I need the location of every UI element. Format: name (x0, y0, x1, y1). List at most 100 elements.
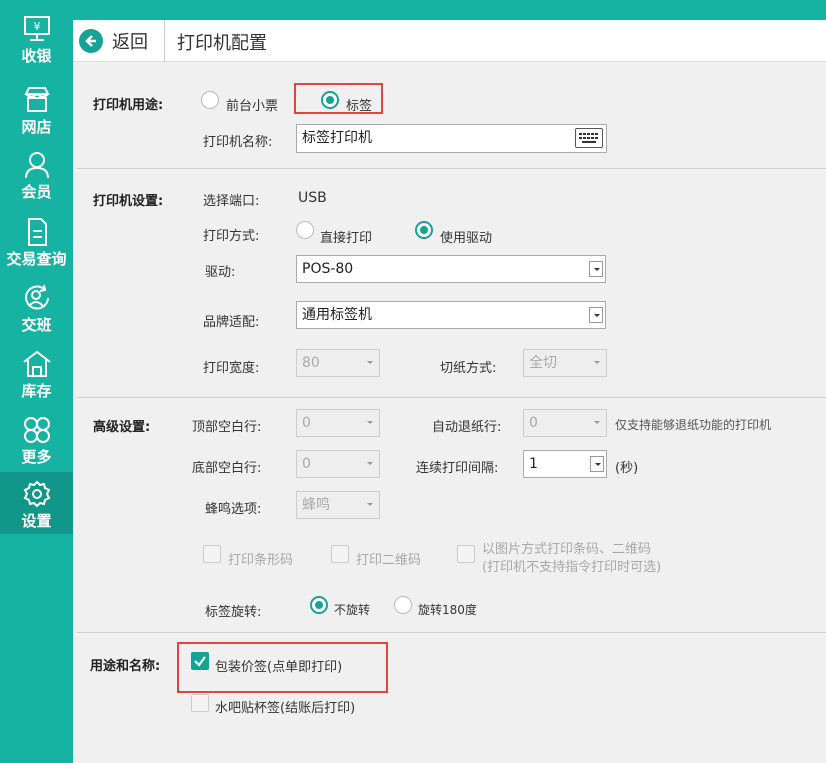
sidebar-item-shift[interactable]: 交班 (0, 274, 73, 338)
store-icon (22, 85, 52, 115)
radio-direct-print-label: 直接打印 (320, 231, 373, 246)
sidebar-item-label: 网店 (21, 118, 52, 136)
beep-value: 蜂鸣 (302, 497, 330, 513)
more-grid-icon (22, 415, 52, 445)
top-blank-select[interactable]: 0 (296, 409, 380, 437)
brand-label: 品牌适配: (203, 315, 260, 330)
sidebar-item-member[interactable]: 会员 (0, 141, 73, 205)
checkbox-print-qrcode-label: 打印二维码 (356, 553, 422, 568)
print-interval-unit: (秒) (615, 461, 639, 476)
divider (77, 397, 826, 398)
advanced-section-label: 高级设置: (93, 420, 151, 435)
brand-select[interactable]: 通用标签机 (296, 301, 606, 329)
radio-use-driver[interactable] (415, 221, 433, 239)
shift-handover-icon (22, 283, 52, 313)
top-header-strip (73, 0, 826, 20)
auto-retreat-select[interactable]: 0 (523, 409, 607, 437)
radio-front-receipt-label: 前台小票 (226, 99, 279, 114)
chevron-down-icon (589, 307, 603, 323)
radio-no-rotate[interactable] (310, 596, 328, 614)
sidebar-item-online-store[interactable]: 网店 (0, 76, 73, 140)
auto-retreat-value: 0 (529, 415, 538, 431)
checkbox-print-barcode-label: 打印条形码 (228, 553, 294, 568)
back-button[interactable]: 返回 (79, 26, 148, 56)
chevron-down-icon (363, 456, 377, 472)
checkbox-bar-cup-sticker[interactable] (191, 694, 209, 712)
sidebar-item-transactions[interactable]: 交易查询 (0, 208, 73, 272)
bottom-blank-label: 底部空白行: (192, 461, 262, 476)
sidebar-item-more[interactable]: 更多 (0, 406, 73, 470)
keyboard-icon[interactable] (575, 128, 603, 148)
beep-select[interactable]: 蜂鸣 (296, 491, 380, 519)
print-interval-value: 1 (529, 456, 538, 472)
sidebar-item-checkout[interactable]: ¥ 收银 (0, 0, 73, 69)
print-width-value: 80 (302, 355, 320, 371)
radio-rotate-180-label: 旋转180度 (418, 603, 477, 617)
auto-retreat-note: 仅支持能够退纸功能的打印机 (615, 418, 772, 432)
driver-label: 驱动: (205, 265, 236, 280)
sidebar-item-settings[interactable]: 设置 (0, 472, 73, 534)
print-interval-label: 连续打印间隔: (416, 461, 499, 476)
title-bar: 返回 打印机配置 (73, 20, 826, 62)
sidebar-item-label: 交易查询 (6, 250, 67, 268)
rotate-label: 标签旋转: (205, 605, 262, 620)
chevron-down-icon (590, 355, 604, 371)
chevron-down-icon (590, 456, 604, 472)
sidebar-item-label: 设置 (21, 512, 52, 530)
sidebar-item-label: 更多 (21, 448, 52, 466)
radio-use-driver-label: 使用驱动 (440, 231, 493, 246)
page-title: 打印机配置 (177, 33, 267, 54)
auto-retreat-label: 自动退纸行: (432, 420, 502, 435)
top-blank-label: 顶部空白行: (192, 420, 262, 435)
radio-rotate-180[interactable] (394, 596, 412, 614)
printer-name-input[interactable]: 标签打印机 (296, 124, 607, 153)
checkbox-print-qrcode[interactable] (331, 545, 349, 563)
highlight-box-usage-names (177, 642, 388, 693)
highlight-box-usage (294, 83, 383, 114)
divider (77, 168, 826, 169)
back-label: 返回 (112, 32, 148, 53)
usage-names-section-label: 用途和名称: (90, 659, 161, 674)
back-arrow-icon (79, 29, 103, 53)
beep-label: 蜂鸣选项: (205, 502, 262, 517)
driver-select[interactable]: POS-80 (296, 255, 606, 283)
sidebar-item-inventory[interactable]: 库存 (0, 340, 73, 404)
bottom-blank-select[interactable]: 0 (296, 450, 380, 478)
usage-section-label: 打印机用途: (93, 98, 164, 113)
cut-method-label: 切纸方式: (440, 361, 497, 376)
sidebar: ¥ 收银 网店 会员 交易查询 交班 库存 更多 设置 (0, 0, 73, 763)
chevron-down-icon (589, 261, 603, 277)
document-icon (22, 217, 52, 247)
print-width-label: 打印宽度: (203, 361, 260, 376)
cash-register-icon: ¥ (22, 14, 52, 44)
print-method-label: 打印方式: (203, 229, 260, 244)
cut-method-select[interactable]: 全切 (523, 349, 607, 377)
checkbox-print-as-image[interactable] (457, 545, 475, 563)
printer-settings-section-label: 打印机设置: (93, 194, 164, 209)
printer-name-label: 打印机名称: (203, 135, 273, 150)
gear-icon (22, 479, 52, 509)
driver-value: POS-80 (302, 261, 354, 277)
port-label: 选择端口: (203, 194, 260, 209)
printer-name-value: 标签打印机 (302, 130, 372, 146)
sidebar-item-label: 收银 (21, 47, 52, 65)
brand-value: 通用标签机 (302, 307, 372, 323)
sidebar-item-label: 会员 (21, 183, 52, 201)
chevron-down-icon (363, 497, 377, 513)
sidebar-item-label: 库存 (21, 382, 52, 400)
divider (77, 632, 826, 633)
checkbox-print-barcode[interactable] (203, 545, 221, 563)
chevron-down-icon (363, 355, 377, 371)
title-separator (164, 20, 165, 62)
member-icon (22, 150, 52, 180)
cut-method-value: 全切 (529, 355, 557, 371)
chevron-down-icon (590, 415, 604, 431)
chevron-down-icon (363, 415, 377, 431)
radio-front-receipt[interactable] (201, 91, 219, 109)
radio-direct-print[interactable] (296, 221, 314, 239)
bottom-blank-value: 0 (302, 456, 311, 472)
print-interval-select[interactable]: 1 (523, 450, 607, 478)
warehouse-icon (22, 349, 52, 379)
print-width-select[interactable]: 80 (296, 349, 380, 377)
radio-no-rotate-label: 不旋转 (334, 603, 371, 617)
